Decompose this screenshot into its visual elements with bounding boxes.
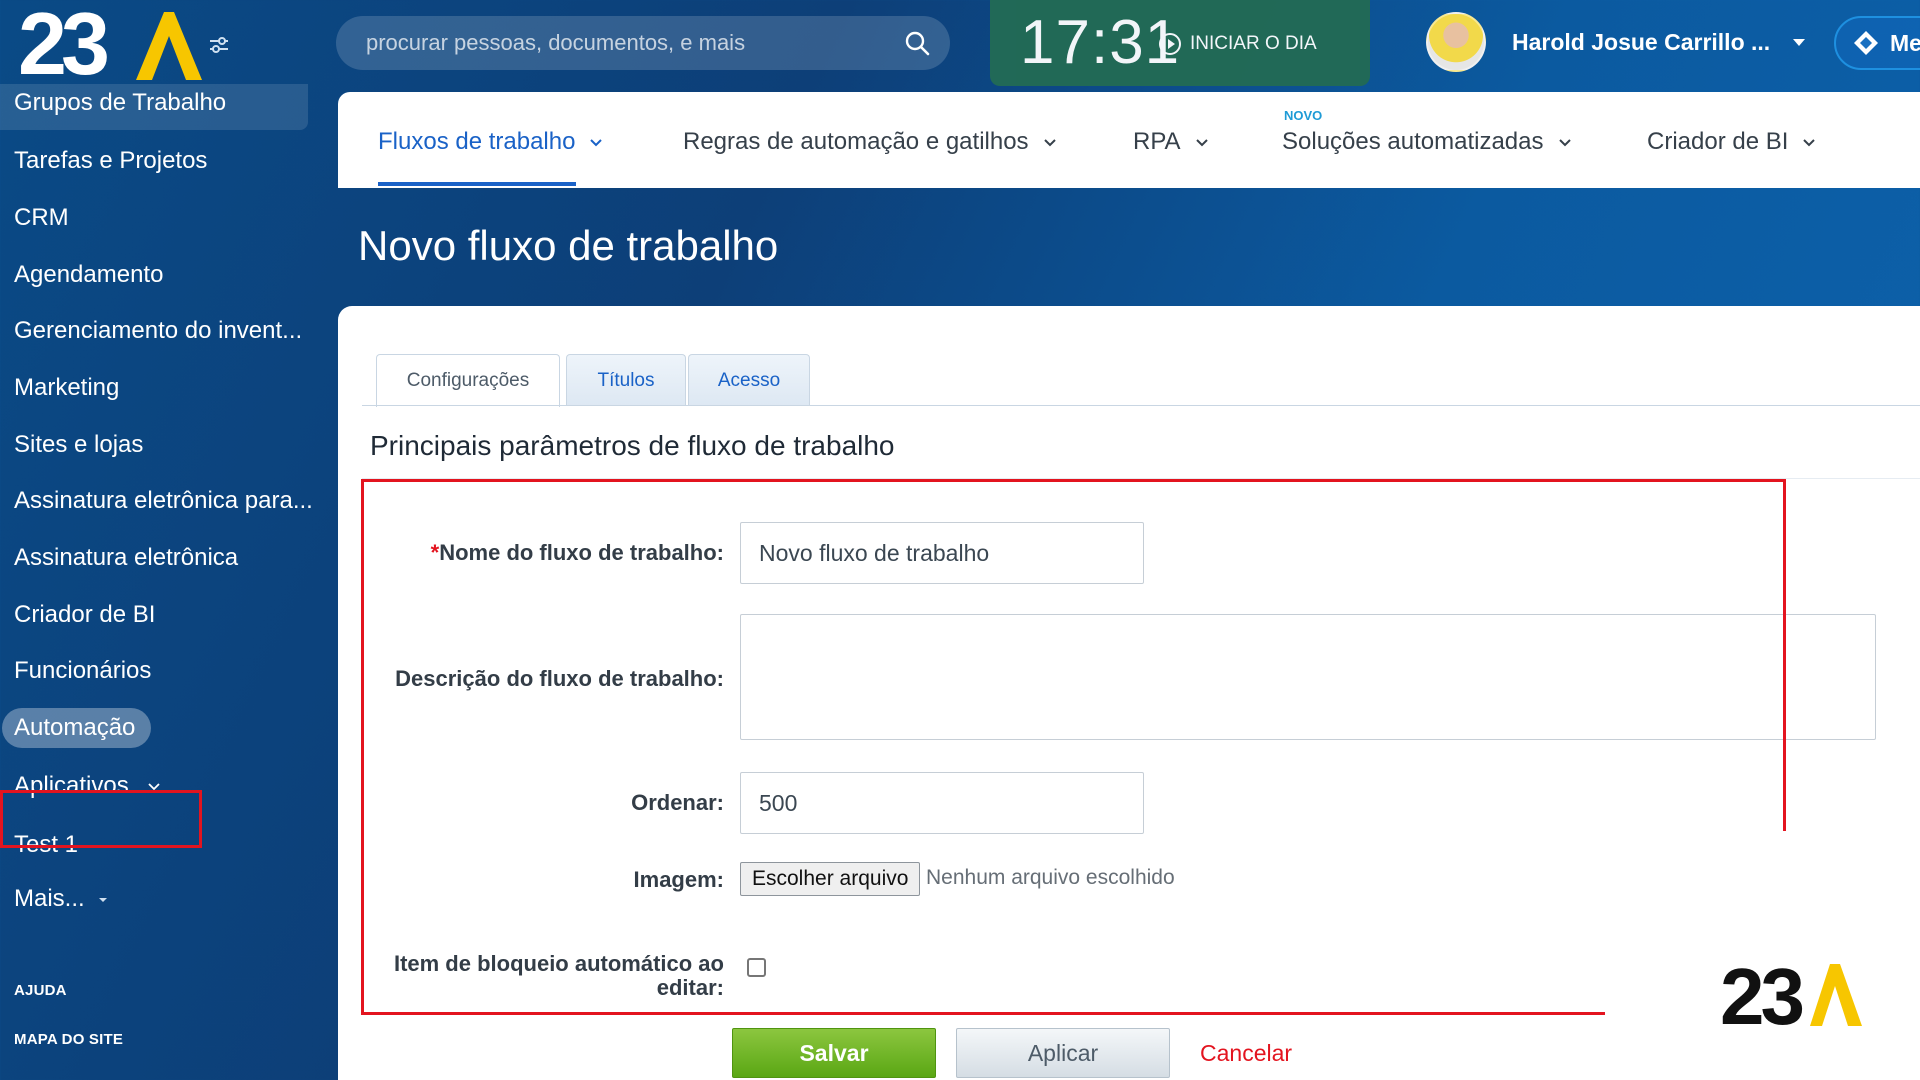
automation-nav: Fluxos de trabalho Regras de automação e… [338, 92, 1920, 188]
sidebar-item-esignature[interactable]: Assinatura eletrônica [14, 543, 238, 573]
workflow-name-input[interactable] [740, 522, 1144, 584]
cancel-link[interactable]: Cancelar [1200, 1040, 1292, 1067]
nav-automation-rules[interactable]: Regras de automação e gatilhos [683, 128, 1057, 156]
apply-button[interactable]: Aplicar [956, 1028, 1170, 1078]
help-link[interactable]: AJUDA [14, 982, 67, 999]
highlight-box-left [361, 479, 364, 1015]
search-input[interactable] [366, 16, 886, 70]
logo-text: 23 [18, 0, 110, 93]
required-mark: * [430, 540, 440, 565]
sort-input[interactable] [740, 772, 1144, 834]
sidebar: Grupos de Trabalho Tarefas e Projetos CR… [0, 84, 340, 1080]
nav-rpa-label: RPA [1133, 128, 1181, 155]
sidebar-item-workgroups[interactable]: Grupos de Trabalho [14, 88, 226, 118]
brand-watermark-text: 23 [1720, 958, 1802, 1028]
clock-panel: 17:31 INICIAR O DIA [990, 0, 1370, 86]
sidebar-item-more[interactable]: Mais... [14, 884, 108, 914]
sidebar-item-scheduling[interactable]: Agendamento [14, 260, 163, 290]
me-button[interactable]: Me [1834, 16, 1920, 70]
chevron-down-icon [1558, 138, 1571, 146]
sidebar-item-inventory[interactable]: Gerenciamento do invent... [14, 316, 302, 346]
autolock-label: Item de bloqueio automático ao editar: [394, 952, 724, 1000]
section-title: Principais parâmetros de fluxo de trabal… [370, 430, 895, 461]
nav-workflows[interactable]: Fluxos de trabalho [378, 128, 603, 156]
caret-down-icon [99, 897, 108, 902]
tab-access[interactable]: Acesso [688, 354, 810, 406]
workflow-description-textarea[interactable] [740, 614, 1876, 740]
chevron-down-icon [1803, 138, 1816, 146]
nav-automated-solutions[interactable]: Soluções automatizadas [1282, 128, 1572, 156]
clock-time: 17:31 [1020, 8, 1181, 77]
caret-down-icon [1793, 39, 1806, 46]
autolock-checkbox[interactable] [747, 958, 766, 977]
sidebar-item-crm[interactable]: CRM [14, 203, 69, 233]
save-button[interactable]: Salvar [732, 1028, 936, 1078]
sidebar-item-tasks-projects[interactable]: Tarefas e Projetos [14, 146, 207, 176]
user-menu[interactable]: Harold Josue Carrillo ... [1426, 12, 1806, 72]
tab-titles[interactable]: Títulos [566, 354, 686, 406]
sort-label: Ordenar: [631, 790, 724, 815]
highlight-box-right [1783, 479, 1786, 831]
highlight-box-automation [0, 790, 202, 848]
diamond-grid-icon [1854, 31, 1878, 55]
avatar [1426, 12, 1486, 72]
file-status: Nenhum arquivo escolhido [926, 866, 1175, 889]
sidebar-item-automation[interactable]: Automação [2, 708, 152, 748]
logo[interactable]: 23 [18, 0, 202, 93]
top-bar: 23 17:31 INICIAR O DIA Harold Josue Carr… [0, 0, 1920, 92]
nav-workflows-label: Fluxos de trabalho [378, 128, 576, 155]
highlight-box-top [361, 479, 1786, 482]
image-label: Imagem: [633, 867, 724, 892]
nav-automated-solutions-label: Soluções automatizadas [1282, 128, 1544, 155]
nav-bi-builder[interactable]: Criador de BI [1647, 128, 1816, 156]
highlight-box-bottom [361, 1012, 1605, 1015]
sidebar-item-sites-stores[interactable]: Sites e lojas [14, 430, 143, 460]
start-day-button[interactable]: INICIAR O DIA [1158, 30, 1317, 58]
sitemap-link[interactable]: MAPA DO SITE [14, 1031, 123, 1048]
nav-active-underline [378, 182, 576, 186]
page-title: Novo fluxo de trabalho [358, 222, 779, 269]
user-name: Harold Josue Carrillo ... [1512, 28, 1771, 55]
search-icon[interactable] [904, 30, 930, 56]
sliders-icon[interactable] [208, 34, 230, 56]
workflow-name-label-text: Nome do fluxo de trabalho: [439, 540, 724, 565]
autolock-label-line2: editar: [656, 975, 724, 1000]
search-box [336, 16, 950, 70]
sidebar-item-employees[interactable]: Funcionários [14, 656, 151, 686]
play-circle-icon [1159, 33, 1181, 55]
workflow-description-label: Descrição do fluxo de trabalho: [395, 666, 724, 691]
chevron-down-icon [590, 138, 603, 146]
me-label: Me [1890, 29, 1920, 56]
logo-a-mark [136, 12, 202, 80]
sidebar-item-bi-builder[interactable]: Criador de BI [14, 600, 155, 630]
brand-watermark: 23 [1720, 958, 1862, 1028]
tab-settings[interactable]: Configurações [376, 354, 560, 407]
sidebar-item-more-label: Mais... [14, 885, 85, 912]
nav-bi-builder-label: Criador de BI [1647, 128, 1789, 155]
tabs-divider [362, 405, 1920, 406]
choose-file-button[interactable]: Escolher arquivo [740, 862, 921, 896]
sidebar-item-esignature-for[interactable]: Assinatura eletrônica para... [14, 486, 313, 516]
content-panel: Configurações Títulos Acesso Principais … [338, 306, 1920, 1080]
new-badge: NOVO [1284, 108, 1323, 123]
start-day-label: INICIAR O DIA [1190, 33, 1317, 54]
nav-automation-rules-label: Regras de automação e gatilhos [683, 128, 1029, 155]
autolock-label-line1: Item de bloqueio automático ao [393, 951, 724, 976]
chevron-down-icon [1195, 138, 1208, 146]
nav-rpa[interactable]: RPA [1133, 128, 1209, 156]
chevron-down-icon [1043, 138, 1056, 146]
sidebar-item-marketing[interactable]: Marketing [14, 373, 119, 403]
workflow-name-label: *Nome do fluxo de trabalho: [431, 540, 724, 566]
